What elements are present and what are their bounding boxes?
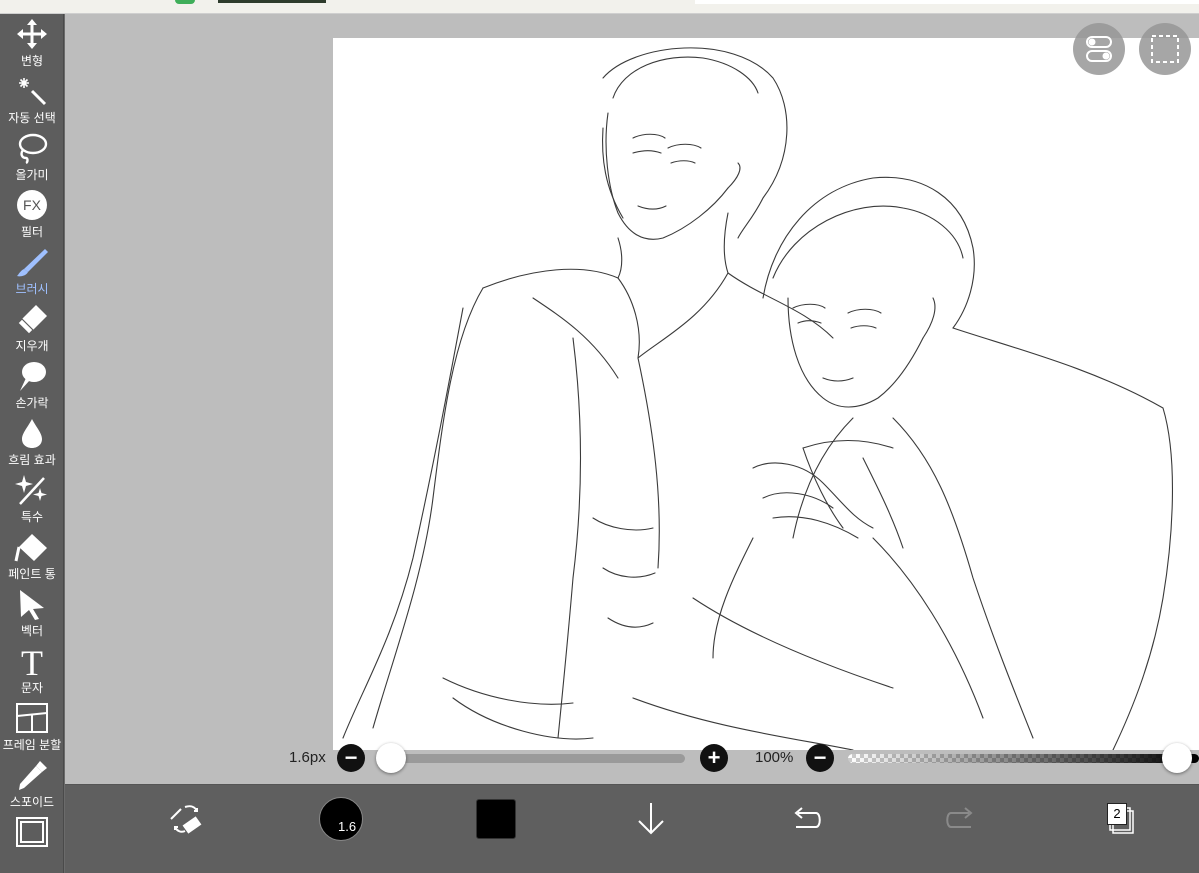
svg-text:FX: FX <box>23 197 42 213</box>
magic-wand-icon <box>14 75 50 107</box>
undo-icon <box>794 807 821 828</box>
arrow-down-icon <box>638 803 664 835</box>
tool-label: 필터 <box>20 225 44 239</box>
blur-drop-icon <box>14 417 50 449</box>
paint-bucket-icon <box>14 531 50 563</box>
tool-smudge[interactable]: 손가락 <box>0 356 64 413</box>
top-status-bar <box>0 0 1199 14</box>
bottom-bar: 1.6 2 <box>65 784 1199 873</box>
tool-label: 페인트 통 <box>8 567 56 581</box>
tool-label: 흐림 효과 <box>8 453 56 467</box>
workspace <box>65 14 1199 784</box>
opacity-slider-thumb[interactable] <box>1162 743 1192 773</box>
opacity-label: 100% <box>755 749 794 766</box>
lasso-icon <box>14 132 50 165</box>
sparkle-icon <box>14 474 50 506</box>
tool-brush[interactable]: 브러시 <box>0 242 64 299</box>
tool-label: 지우개 <box>15 339 49 353</box>
tool-fx[interactable]: FX 필터 <box>0 185 64 242</box>
eyedropper-icon <box>14 759 50 791</box>
brush-size-label: 1.6px <box>289 749 326 766</box>
opacity-slider-track[interactable] <box>848 754 1199 763</box>
text-icon: T <box>14 643 50 683</box>
tool-magic-wand[interactable]: 자동 선택 <box>0 71 64 128</box>
vector-cursor-icon <box>14 588 50 620</box>
tool-sidebar: 변형자동 선택올가미 FX 필터브러시지우개손가락흐림 효과특수페인트 통벡터 T 문자… <box>0 14 64 873</box>
slider-bar: 1.6px − + 100% − <box>65 740 1199 780</box>
toggle-switch-icon <box>1086 36 1112 62</box>
tool-label: 브러시 <box>15 282 49 296</box>
tool-move[interactable]: 변형 <box>0 14 64 71</box>
fx-icon: FX <box>14 189 50 221</box>
eraser-icon <box>14 303 50 335</box>
top-bar-fragment <box>175 0 195 4</box>
tool-eraser[interactable]: 지우개 <box>0 299 64 356</box>
tool-label: 문자 <box>20 681 44 695</box>
tool-paint-bucket[interactable]: 페인트 통 <box>0 527 64 584</box>
brush-icon <box>14 246 50 278</box>
brush-eraser-swap-icon <box>170 805 202 834</box>
frame-split-icon <box>14 702 50 734</box>
tool-label: 자동 선택 <box>8 111 56 125</box>
tool-vector-cursor[interactable]: 벡터 <box>0 584 64 641</box>
svg-text:T: T <box>21 645 43 677</box>
move-icon <box>14 18 50 50</box>
toggle-panel-button[interactable] <box>1073 23 1125 75</box>
undo-button[interactable] <box>786 799 826 839</box>
layers-button[interactable]: 2 <box>1104 803 1134 837</box>
tool-label: 벡터 <box>20 624 44 638</box>
tool-label: 올가미 <box>15 168 49 182</box>
brush-size-decrease-button[interactable]: − <box>337 744 365 772</box>
brush-size-value: 1.6 <box>338 819 357 834</box>
brush-size-slider-track[interactable] <box>377 754 685 763</box>
tool-lasso[interactable]: 올가미 <box>0 128 64 185</box>
redo-button[interactable] <box>941 799 981 839</box>
color-swatch[interactable] <box>476 799 516 839</box>
tool-label: 스포이드 <box>9 795 55 809</box>
brush-size-increase-button[interactable]: + <box>700 744 728 772</box>
drawing-canvas[interactable] <box>333 38 1199 750</box>
dashed-selection-icon <box>1151 35 1179 63</box>
layer-count-badge: 2 <box>1107 803 1127 825</box>
swap-brush-eraser-button[interactable] <box>165 799 205 839</box>
brush-size-slider-thumb[interactable] <box>376 743 406 773</box>
sketch-artwork <box>342 47 1173 750</box>
tool-canvas[interactable] <box>0 812 64 869</box>
tool-label: 변형 <box>20 54 44 68</box>
tool-blur-drop[interactable]: 흐림 효과 <box>0 413 64 470</box>
tool-label: 특수 <box>20 510 44 524</box>
opacity-decrease-button[interactable]: − <box>806 744 834 772</box>
brush-size-indicator[interactable]: 1.6 <box>319 797 363 841</box>
tool-eyedropper[interactable]: 스포이드 <box>0 755 64 812</box>
redo-icon <box>946 807 973 828</box>
canvas-icon <box>14 816 50 848</box>
tool-label: 프레임 분할 <box>2 738 62 752</box>
tool-label: 손가락 <box>15 396 49 410</box>
tool-sparkle[interactable]: 특수 <box>0 470 64 527</box>
selection-area-button[interactable] <box>1139 23 1191 75</box>
tool-frame-split[interactable]: 프레임 분할 <box>0 698 64 755</box>
top-bar-fragment <box>218 0 326 3</box>
top-bar-fragment <box>695 0 1199 4</box>
layer-down-button[interactable] <box>631 799 671 839</box>
tool-text[interactable]: T 문자 <box>0 641 64 698</box>
smudge-icon <box>14 360 50 392</box>
